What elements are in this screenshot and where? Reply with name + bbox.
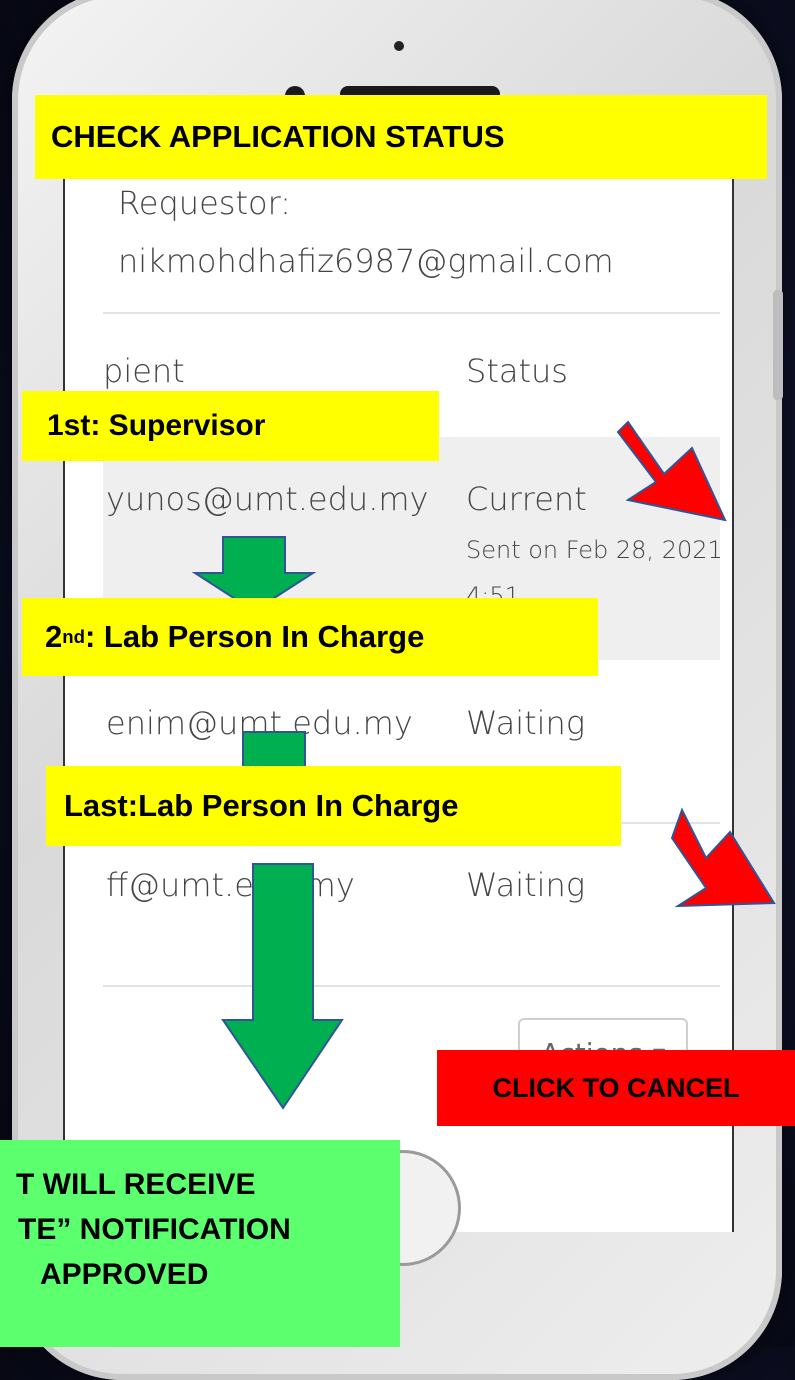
notification-note: T WILL RECEIVE TE” NOTIFICATION APPROVED	[0, 1140, 400, 1347]
pointer-arrow-icon	[670, 807, 776, 908]
step1-label: 1st: Supervisor	[22, 391, 439, 461]
row1-sent-date: Sent on Feb 28, 2021	[466, 536, 723, 564]
column-header-status: Status	[466, 352, 568, 390]
requestor-email: nikmohdhafiz6987@gmail.com	[118, 242, 614, 280]
note-line-2: TE” NOTIFICATION	[18, 1213, 291, 1246]
row1-email: yunos@umt.edu.my	[106, 480, 429, 518]
divider	[103, 985, 720, 987]
note-line-3: APPROVED	[40, 1258, 209, 1291]
pointer-arrow-icon	[616, 420, 727, 522]
title-banner: CHECK APPLICATION STATUS	[35, 95, 767, 179]
step2-label: 2nd: Lab Person In Charge	[22, 598, 598, 676]
row1-status: Current	[466, 480, 587, 518]
proximity-sensor	[394, 41, 404, 51]
requestor-label: Requestor:	[118, 184, 291, 222]
row3-status: Waiting	[466, 866, 586, 904]
step2-prefix: 2	[45, 619, 63, 654]
note-line-1: T WILL RECEIVE	[16, 1168, 256, 1201]
row2-status: Waiting	[466, 704, 586, 742]
column-header-recipient: pient	[103, 352, 185, 390]
divider	[103, 312, 720, 314]
step2-text: : Lab Person In Charge	[84, 619, 425, 654]
step3-label: Last:Lab Person In Charge	[46, 766, 621, 846]
down-arrow-icon	[221, 863, 344, 1110]
cancel-label: CLICK TO CANCEL	[437, 1050, 795, 1126]
side-button	[773, 290, 783, 400]
